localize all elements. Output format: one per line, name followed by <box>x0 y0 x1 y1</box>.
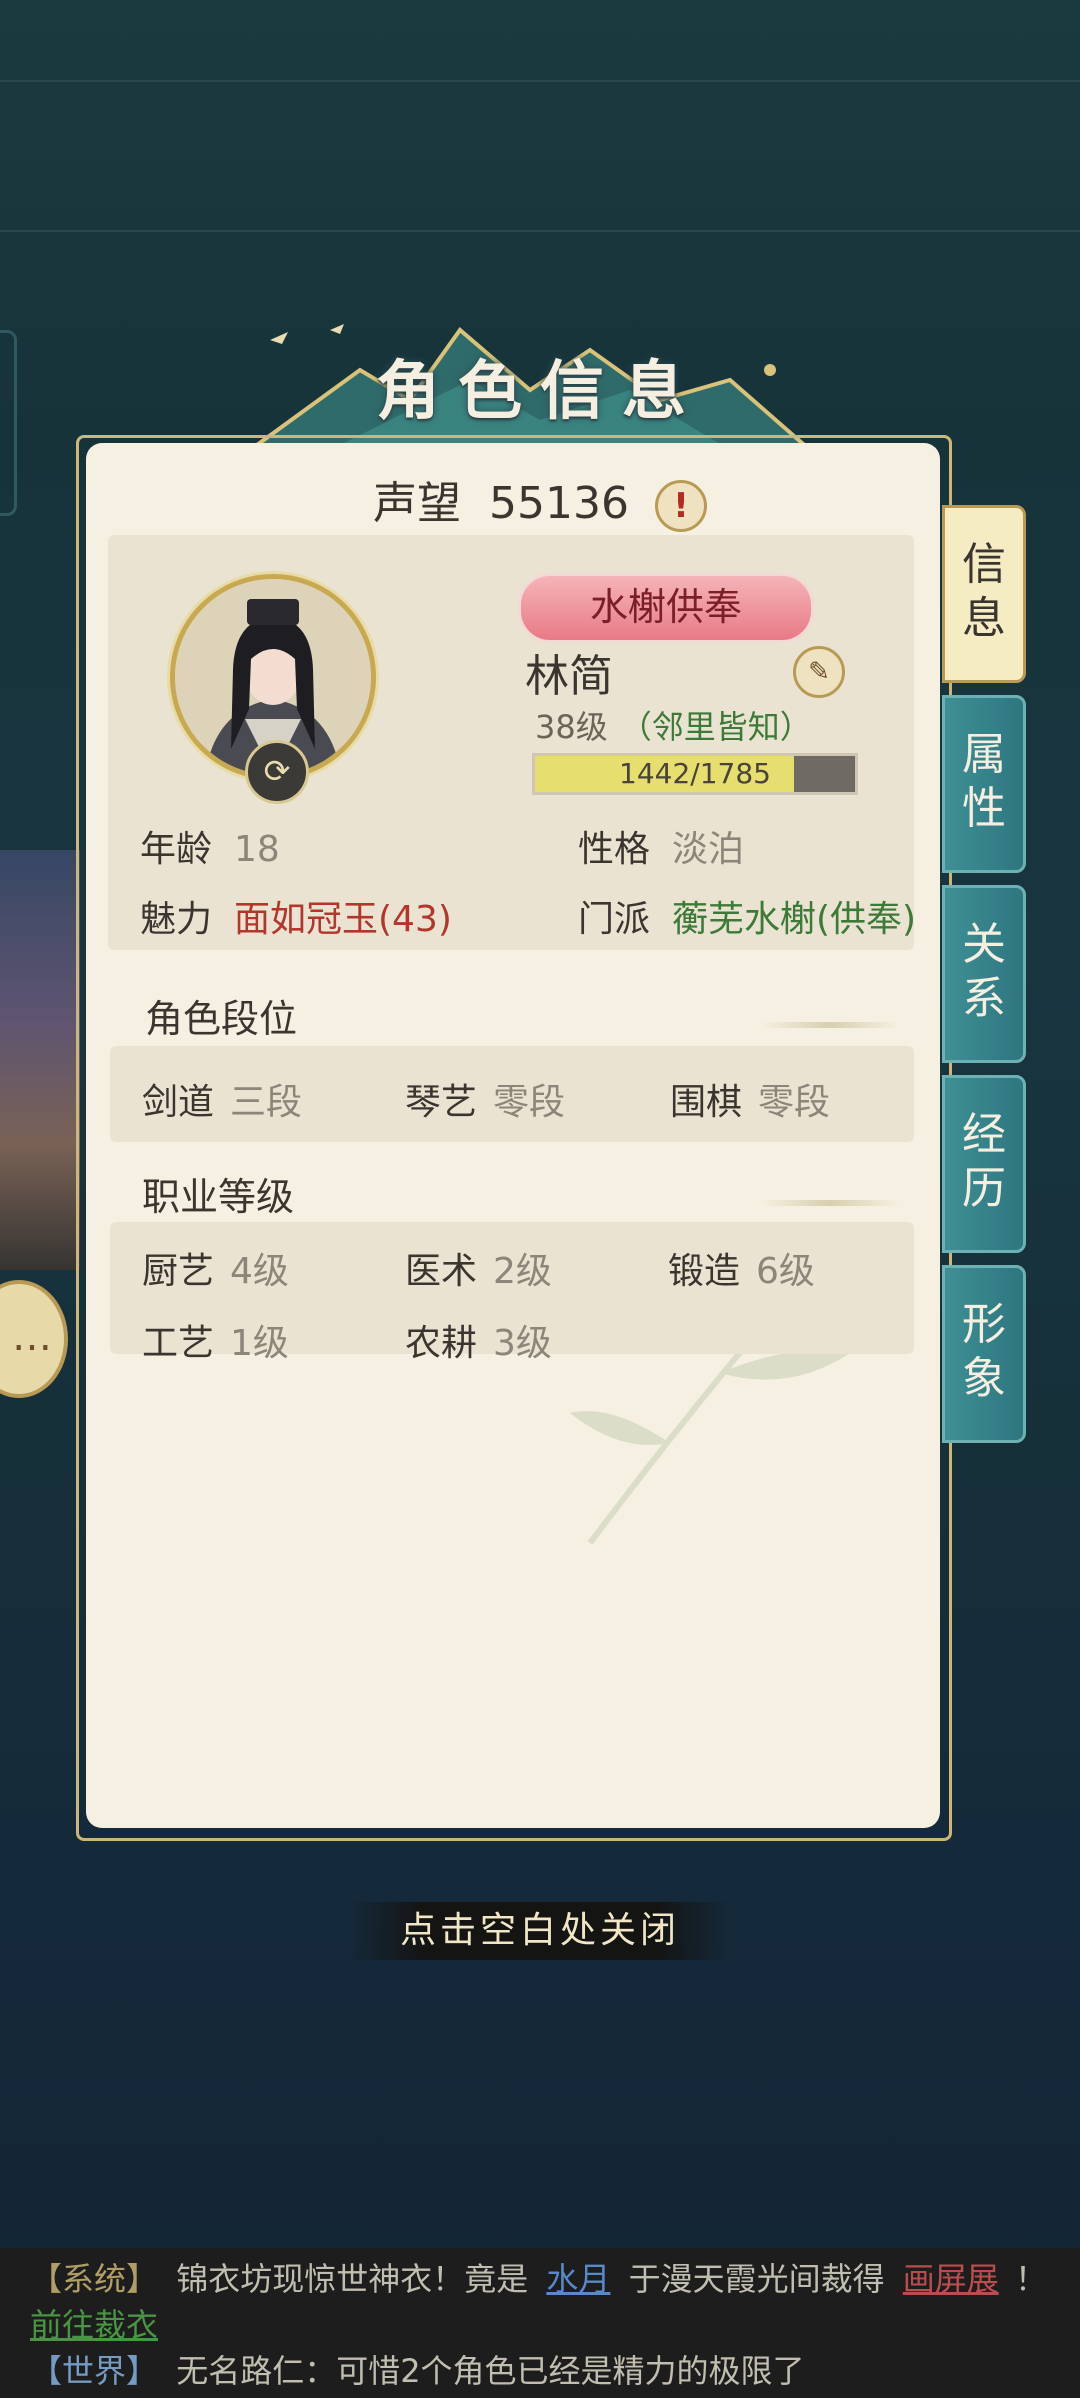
chat-text: 锦衣坊现惊世神衣！竟是 <box>176 2260 529 2298</box>
charm-row: 魅力 面如冠玉(43) <box>140 890 452 942</box>
age-value: 18 <box>234 829 280 870</box>
personality-value: 淡泊 <box>672 829 745 870</box>
tab-appearance[interactable]: 形 象 <box>942 1265 1026 1443</box>
rank-item: 琴艺 零段 <box>405 1073 565 1125</box>
exp-bar: 1442/1785 <box>532 753 858 795</box>
fame-value: 55136 <box>489 478 629 529</box>
tab-label-top: 关 <box>962 919 1006 970</box>
player-link[interactable]: 水月 <box>546 2260 610 2298</box>
rank-item-label: 琴艺 <box>405 1082 478 1123</box>
section-decoration <box>760 1200 900 1206</box>
channel-tag: 【世界】 <box>30 2352 159 2390</box>
go-tailor-link[interactable]: 前往裁衣 <box>30 2306 158 2344</box>
sect-row: 门派 蘅芜水榭(供奉) <box>578 890 916 942</box>
tab-relations[interactable]: 关 系 <box>942 885 1026 1063</box>
rank-item-value: 零段 <box>758 1082 831 1123</box>
fame-row: 声望 55136 ! <box>0 467 1080 532</box>
job-section-title: 职业等级 <box>112 1166 412 1222</box>
rename-brush-icon[interactable]: ✎ <box>793 646 845 698</box>
tab-label-top: 信 <box>962 539 1006 590</box>
exp-text: 1442/1785 <box>619 757 771 790</box>
job-item-label: 锻造 <box>668 1251 741 1292</box>
job-item-value: 4级 <box>230 1251 289 1292</box>
rank-section-title-text: 角色段位 <box>145 997 298 1041</box>
job-item: 农耕 3级 <box>405 1314 552 1366</box>
rank-item-label: 剑道 <box>142 1082 215 1123</box>
job-item-label: 农耕 <box>405 1323 478 1364</box>
job-item: 工艺 1级 <box>142 1314 289 1366</box>
chat-bar[interactable]: 【系统】 锦衣坊现惊世神衣！竟是 水月 于漫天霞光间裁得 画屏展 ！ 前往裁衣 … <box>0 2248 1080 2398</box>
job-item-value: 3级 <box>493 1323 552 1364</box>
rank-item-value: 三段 <box>230 1082 303 1123</box>
rank-item: 剑道 三段 <box>142 1073 302 1125</box>
charm-value: 面如冠玉(43) <box>234 899 452 940</box>
job-section-title-text: 职业等级 <box>142 1175 295 1219</box>
tab-label-top: 属 <box>962 729 1006 780</box>
tab-history[interactable]: 经 历 <box>942 1075 1026 1253</box>
level-value: 38级 <box>535 708 608 746</box>
tab-label-bottom: 系 <box>962 973 1006 1024</box>
job-item-value: 1级 <box>230 1323 289 1364</box>
rank-section-title: 角色段位 <box>115 988 415 1044</box>
character-name: 林简 <box>525 651 613 702</box>
chat-text: ！ <box>1014 2260 1047 2298</box>
job-item-value: 6级 <box>756 1251 815 1292</box>
tab-label-bottom: 性 <box>962 783 1006 834</box>
chat-line-world: 【世界】 无名路仁：可惜2个角色已经是精力的极限了 <box>30 2346 805 2392</box>
rank-item-value: 零段 <box>493 1082 566 1123</box>
age-row: 年龄 18 <box>140 820 280 872</box>
background-wave <box>0 230 1080 232</box>
level-row: 38级 （邻里皆知） <box>535 702 812 748</box>
rank-item: 围棋 零段 <box>670 1073 830 1125</box>
tab-info[interactable]: 信 息 <box>942 505 1026 683</box>
rank-item-label: 围棋 <box>670 1082 743 1123</box>
fame-label: 声望 <box>373 478 461 529</box>
speech-icon: … <box>12 1314 52 1360</box>
charm-label: 魅力 <box>140 899 213 940</box>
window-title: 角色信息 <box>376 354 704 429</box>
item-link[interactable]: 画屏展 <box>903 2260 999 2298</box>
personality-row: 性格 淡泊 <box>578 820 744 872</box>
swap-character-icon[interactable]: ⟳ <box>245 740 309 804</box>
channel-tag: 【系统】 <box>30 2260 159 2298</box>
job-item: 厨艺 4级 <box>142 1242 289 1294</box>
chat-text: 无名路仁：可惜2个角色已经是精力的极限了 <box>176 2352 805 2390</box>
age-label: 年龄 <box>140 829 213 870</box>
personality-label: 性格 <box>578 829 651 870</box>
job-item-label: 工艺 <box>142 1323 215 1364</box>
tab-label-top: 形 <box>962 1299 1006 1350</box>
tab-label-bottom: 象 <box>962 1353 1006 1404</box>
section-decoration <box>760 1022 900 1028</box>
sect-value: 蘅芜水榭(供奉) <box>672 899 917 940</box>
chat-text: 于漫天霞光间裁得 <box>628 2260 885 2298</box>
sect-label: 门派 <box>578 899 651 940</box>
tab-label-bottom: 息 <box>962 593 1006 644</box>
level-tag: （邻里皆知） <box>619 708 812 746</box>
background-wave <box>0 80 1080 82</box>
job-item-label: 厨艺 <box>142 1251 215 1292</box>
tab-attributes[interactable]: 属 性 <box>942 695 1026 873</box>
fame-alert-icon[interactable]: ! <box>654 480 707 532</box>
title-badge: 水榭供奉 <box>518 573 814 643</box>
job-item: 锻造 6级 <box>668 1242 815 1294</box>
close-hint[interactable]: 点击空白处关闭 <box>350 1902 730 1960</box>
background-town-scene <box>0 850 80 1270</box>
tab-label-bottom: 历 <box>962 1163 1006 1214</box>
chat-line-action: 前往裁衣 <box>30 2300 158 2346</box>
job-item-label: 医术 <box>405 1251 478 1292</box>
chat-line-system: 【系统】 锦衣坊现惊世神衣！竟是 水月 于漫天霞光间裁得 画屏展 ！ <box>30 2254 1047 2300</box>
chat-bubble-button[interactable]: … <box>0 1280 68 1398</box>
tab-label-top: 经 <box>962 1109 1006 1160</box>
job-item-value: 2级 <box>493 1251 552 1292</box>
job-item: 医术 2级 <box>405 1242 552 1294</box>
